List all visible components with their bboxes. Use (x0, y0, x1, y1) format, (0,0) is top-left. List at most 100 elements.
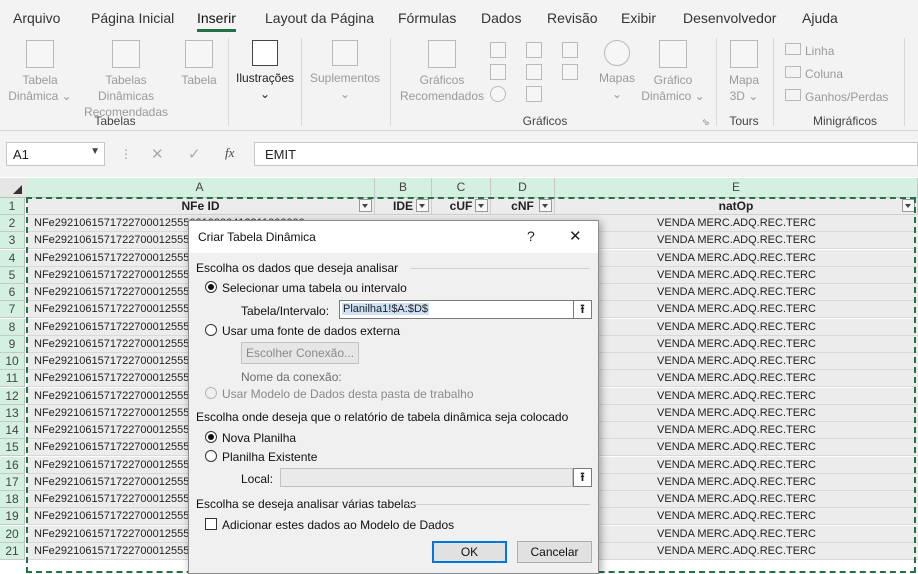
row-header[interactable]: 7 (0, 301, 25, 319)
cell-natop[interactable]: VENDA MERC.ADQ.REC.TERC (555, 284, 918, 301)
cancel-icon[interactable]: ✕ (151, 145, 164, 163)
check-icon[interactable]: ✓ (188, 145, 201, 163)
sparkline-line-button[interactable]: Linha (785, 40, 888, 63)
chevron-down-icon[interactable]: ▼ (90, 146, 100, 157)
label-select-table[interactable]: Selecionar uma tabela ou intervalo (222, 281, 407, 295)
tab-arquivo[interactable]: Arquivo (13, 10, 60, 26)
filter-dropdown-icon[interactable] (539, 199, 552, 212)
pivot-table-button[interactable]: Tabela Dinâmica ⌄ (8, 40, 72, 104)
row-header[interactable]: 5 (0, 266, 25, 284)
select-all-corner[interactable] (0, 178, 25, 197)
radio-existing-sheet[interactable] (205, 450, 217, 462)
column-chart-icon[interactable] (490, 42, 506, 58)
waterfall-chart-icon[interactable] (562, 42, 578, 58)
line-chart-icon[interactable] (490, 64, 506, 80)
tab-formulas[interactable]: Fórmulas (398, 10, 456, 26)
tab-exibir[interactable]: Exibir (621, 10, 656, 26)
tab-layout[interactable]: Layout da Página (265, 10, 374, 26)
cell-natop[interactable]: VENDA MERC.ADQ.REC.TERC (555, 508, 918, 526)
cell-natop[interactable]: VENDA MERC.ADQ.REC.TERC (555, 232, 918, 250)
recommended-charts-button[interactable]: Gráficos Recomendados (396, 40, 488, 104)
label-external-source[interactable]: Usar uma fonte de dados externa (222, 324, 400, 338)
tab-inserir[interactable]: Inserir (197, 10, 236, 32)
scatter-chart-icon[interactable] (526, 86, 542, 102)
header-cell-cuf[interactable]: cUF (432, 198, 491, 215)
function-icon[interactable]: fx (225, 145, 234, 161)
row-header[interactable]: 18 (0, 491, 25, 508)
row-header[interactable]: 4 (0, 249, 25, 267)
tab-revisao[interactable]: Revisão (547, 10, 598, 26)
cell-natop[interactable]: VENDA MERC.ADQ.REC.TERC (555, 353, 918, 370)
pie-chart-icon[interactable] (490, 86, 506, 102)
row-header[interactable]: 21 (0, 542, 25, 560)
filter-dropdown-icon[interactable] (475, 199, 488, 212)
column-header-e[interactable]: E (555, 178, 918, 197)
row-header[interactable]: 13 (0, 404, 25, 422)
cell-natop[interactable]: VENDA MERC.ADQ.REC.TERC (555, 525, 918, 543)
cell-natop[interactable]: VENDA MERC.ADQ.REC.TERC (555, 422, 918, 439)
tab-dados[interactable]: Dados (481, 10, 521, 26)
tab-pagina-inicial[interactable]: Página Inicial (91, 10, 174, 26)
combo-chart-icon[interactable] (562, 64, 578, 80)
sparkline-winloss-button[interactable]: Ganhos/Perdas (785, 86, 888, 109)
local-input[interactable] (280, 468, 573, 487)
cell-natop[interactable]: VENDA MERC.ADQ.REC.TERC (555, 370, 918, 388)
column-header-d[interactable]: D (491, 178, 555, 197)
cell-natop[interactable]: VENDA MERC.ADQ.REC.TERC (555, 456, 918, 474)
radio-external-source[interactable] (205, 324, 217, 336)
cell-natop[interactable]: VENDA MERC.ADQ.REC.TERC (555, 387, 918, 405)
row-header[interactable]: 6 (0, 284, 25, 301)
row-header[interactable]: 12 (0, 387, 25, 405)
cell-natop[interactable]: VENDA MERC.ADQ.REC.TERC (555, 318, 918, 336)
cell-natop[interactable]: VENDA MERC.ADQ.REC.TERC (555, 335, 918, 353)
cell-natop[interactable]: VENDA MERC.ADQ.REC.TERC (555, 249, 918, 267)
cell-natop[interactable]: VENDA MERC.ADQ.REC.TERC (555, 473, 918, 491)
row-header[interactable]: 10 (0, 353, 25, 370)
header-cell-natop[interactable]: natOp (555, 198, 918, 215)
close-button[interactable]: ✕ (569, 227, 582, 245)
column-header-b[interactable]: B (375, 178, 432, 197)
tab-ajuda[interactable]: Ajuda (802, 10, 838, 26)
label-new-sheet[interactable]: Nova Planilha (222, 431, 296, 445)
table-range-input[interactable]: Planilha1!$A:$D$ (339, 300, 577, 319)
statistic-chart-icon[interactable] (526, 64, 542, 80)
cell-natop[interactable]: VENDA MERC.ADQ.REC.TERC (555, 491, 918, 508)
row-header[interactable]: 1 (0, 198, 25, 215)
table-button[interactable]: Tabela (180, 40, 218, 88)
radio-data-model[interactable] (205, 387, 217, 399)
formula-input[interactable]: EMIT (254, 142, 918, 166)
row-header[interactable]: 2 (0, 215, 25, 232)
radio-new-sheet[interactable] (205, 431, 217, 443)
label-existing-sheet[interactable]: Planilha Existente (222, 450, 317, 464)
row-header[interactable]: 9 (0, 335, 25, 353)
row-header[interactable]: 19 (0, 508, 25, 526)
recommended-pivot-button[interactable]: Tabelas Dinâmicas Recomendadas (76, 40, 176, 120)
checkbox-add-to-model[interactable] (205, 518, 217, 530)
tab-desenvolvedor[interactable]: Desenvolvedor (683, 10, 776, 26)
header-cell-cnf[interactable]: cNF (491, 198, 555, 215)
dialog-launcher-icon[interactable]: ⬂ (702, 117, 710, 128)
radio-select-table[interactable] (205, 281, 217, 293)
row-header[interactable]: 17 (0, 473, 25, 491)
row-header[interactable]: 8 (0, 318, 25, 336)
cell-natop[interactable]: VENDA MERC.ADQ.REC.TERC (555, 439, 918, 457)
3d-map-button[interactable]: Mapa 3D ⌄ (722, 40, 766, 104)
sparkline-column-button[interactable]: Coluna (785, 63, 888, 86)
label-add-to-model[interactable]: Adicionar estes dados ao Modelo de Dados (222, 518, 454, 532)
ok-button[interactable]: OK (432, 541, 507, 563)
cell-natop[interactable]: VENDA MERC.ADQ.REC.TERC (555, 404, 918, 422)
cell-natop[interactable]: VENDA MERC.ADQ.REC.TERC (555, 301, 918, 319)
row-header[interactable]: 14 (0, 422, 25, 439)
choose-connection-button[interactable]: Escolher Conexão... (241, 342, 359, 364)
filter-dropdown-icon[interactable] (359, 199, 372, 212)
row-header[interactable]: 3 (0, 232, 25, 250)
hierarchy-chart-icon[interactable] (526, 42, 542, 58)
header-cell-nfe-id[interactable]: NFe ID (27, 198, 375, 215)
column-header-a[interactable]: A (25, 178, 375, 197)
row-header[interactable]: 15 (0, 439, 25, 457)
name-box[interactable]: A1 ▼ (6, 142, 105, 166)
filter-dropdown-icon[interactable] (902, 199, 915, 212)
cell-natop[interactable]: VENDA MERC.ADQ.REC.TERC (555, 266, 918, 284)
cell-natop[interactable]: VENDA MERC.ADQ.REC.TERC (555, 542, 918, 560)
row-header[interactable]: 11 (0, 370, 25, 388)
